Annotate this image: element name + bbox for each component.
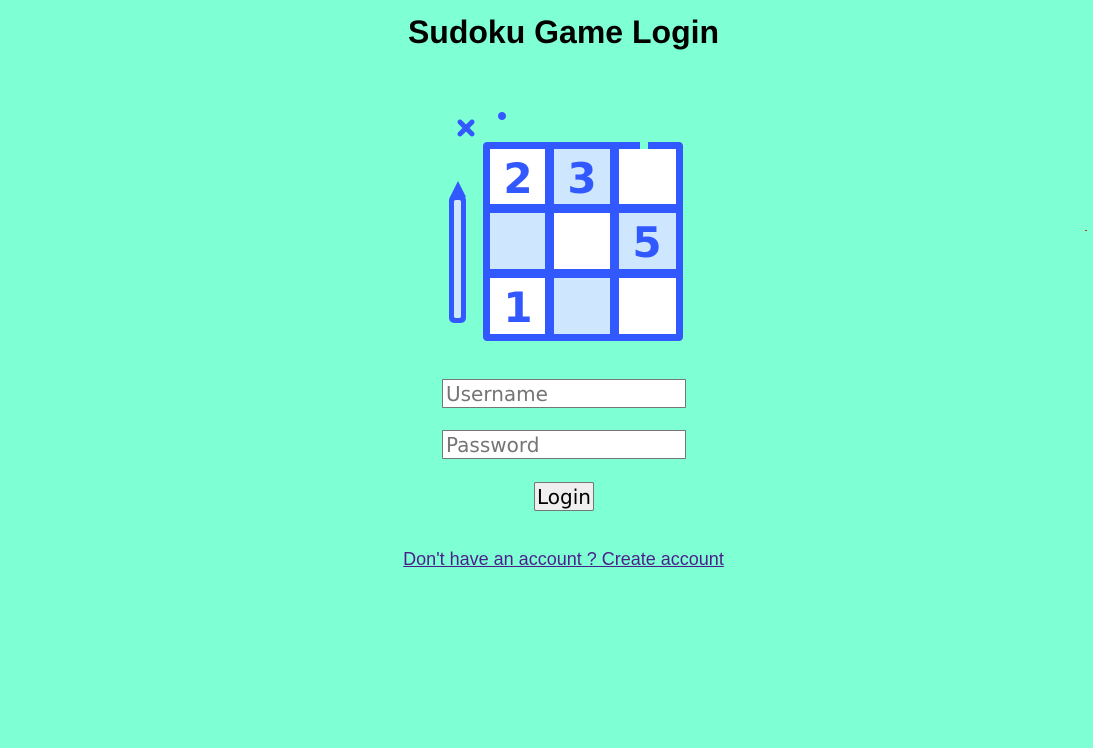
grid-digit-6: 5: [632, 218, 661, 267]
create-account-link[interactable]: Don't have an account ? Create account: [0, 549, 1093, 570]
grid-cell-4: [490, 213, 545, 269]
grid-cell-3: [619, 149, 676, 204]
username-input[interactable]: [442, 379, 686, 408]
grid-digit-2: 3: [567, 154, 596, 203]
stray-pixel: [1085, 230, 1087, 231]
page-title: Sudoku Game Login: [407, 14, 720, 50]
grid-border-gap: [640, 140, 648, 149]
login-page: Sudoku Game Login 2 3 5 1 Username Login…: [0, 0, 1093, 748]
grid-cell-9: [619, 278, 676, 334]
grid-digit-1: 2: [503, 154, 532, 203]
login-button[interactable]: Login: [534, 482, 594, 511]
grid-cell-8: [554, 278, 610, 334]
grid-digit-7: 1: [503, 283, 532, 332]
decor-dot-icon: [498, 112, 506, 120]
cross-mark-icon: [457, 119, 475, 137]
password-input[interactable]: [442, 430, 686, 459]
pencil-icon: [449, 181, 466, 323]
grid-cell-5: [554, 213, 610, 269]
sudoku-grid-with-pencil-icon: 2 3 5 1: [449, 112, 683, 341]
